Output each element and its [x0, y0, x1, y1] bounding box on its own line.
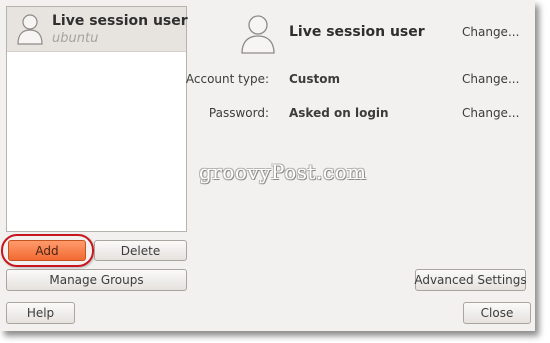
help-button[interactable]: Help	[6, 302, 75, 324]
user-list[interactable]: Live session user ubuntu	[6, 6, 188, 232]
user-list-item[interactable]: Live session user ubuntu	[7, 7, 188, 52]
password-label: Password:	[208, 106, 269, 120]
user-settings-window: Live session user ubuntu Add Delete Mana…	[0, 0, 535, 331]
manage-groups-button[interactable]: Manage Groups	[6, 269, 187, 291]
user-list-item-name: Live session user	[52, 13, 188, 29]
account-type-label: Account type:	[185, 72, 269, 86]
delete-user-button[interactable]: Delete	[94, 240, 187, 261]
close-button[interactable]: Close	[463, 302, 531, 324]
advanced-settings-button[interactable]: Advanced Settings	[414, 269, 527, 291]
password-value: Asked on login	[289, 106, 389, 120]
user-full-name: Live session user	[289, 24, 425, 40]
account-type-value: Custom	[289, 72, 340, 86]
user-avatar-icon	[16, 13, 44, 45]
change-password-link[interactable]: Change...	[462, 106, 519, 120]
change-account-type-link[interactable]: Change...	[462, 72, 519, 86]
watermark-text: groovyPost.com	[199, 160, 367, 184]
highlight-annotation	[1, 234, 94, 267]
user-picture-icon	[240, 14, 276, 54]
user-list-item-username: ubuntu	[52, 31, 99, 46]
change-name-link[interactable]: Change...	[462, 25, 519, 39]
